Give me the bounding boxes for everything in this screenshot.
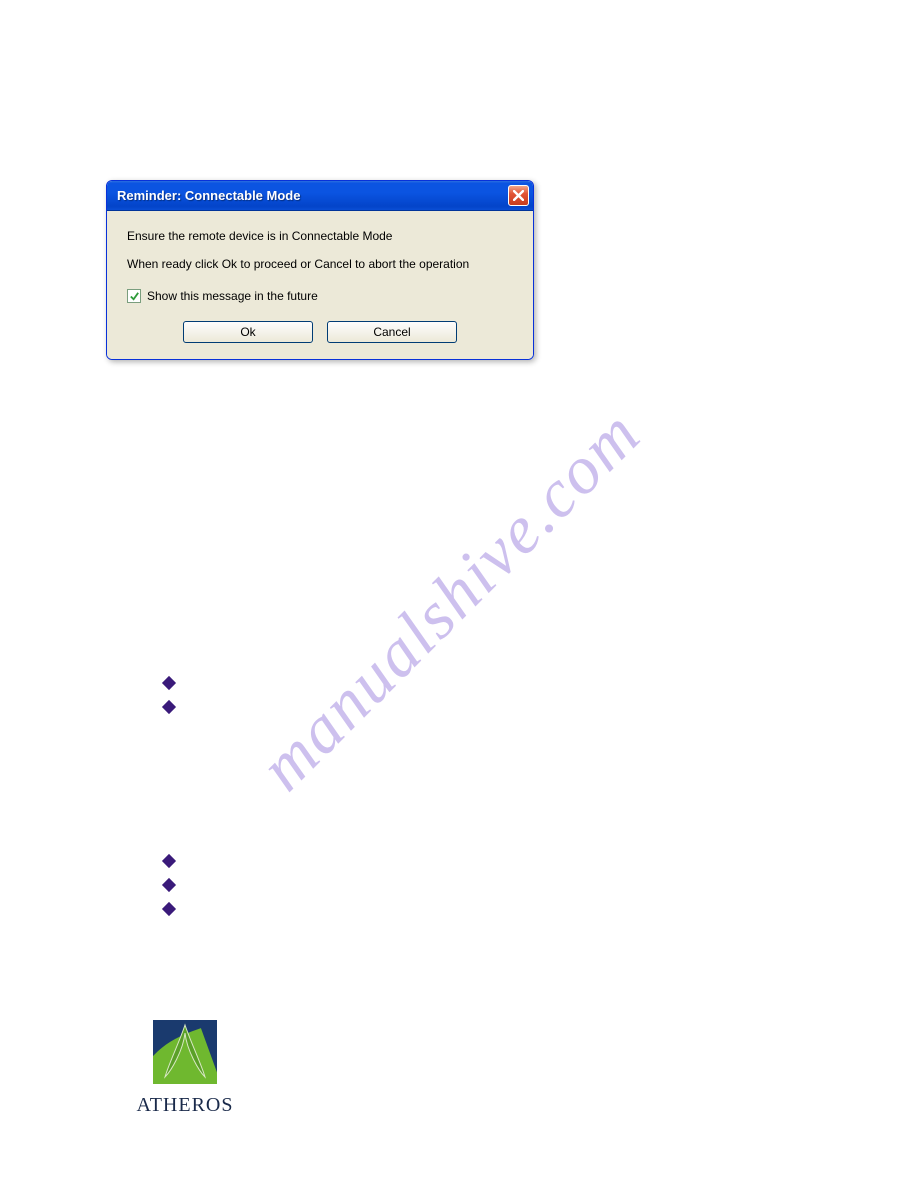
bullet-diamond-icon — [162, 854, 176, 868]
close-icon — [513, 190, 524, 201]
checkmark-icon — [129, 291, 140, 302]
atheros-logo-text: ATHEROS — [136, 1094, 233, 1117]
dialog-line1-prefix: Ensure the remote device is in — [127, 229, 292, 243]
dialog-message-line1: Ensure the remote device is in Connectab… — [127, 229, 513, 243]
watermark-text: manualshive.com — [244, 394, 656, 806]
cancel-button[interactable]: Cancel — [327, 321, 457, 343]
atheros-logo: ATHEROS — [130, 1020, 240, 1140]
show-message-checkbox[interactable] — [127, 289, 141, 303]
bullet-list-1 — [164, 678, 174, 726]
atheros-logo-mark — [153, 1020, 217, 1084]
show-message-checkbox-row[interactable]: Show this message in the future — [127, 289, 513, 303]
reminder-dialog: Reminder: Connectable Mode Ensure the re… — [106, 180, 534, 360]
dialog-line1-suffix: Connectable Mode — [292, 229, 393, 243]
logo-a-shape — [163, 1023, 207, 1079]
dialog-button-row: Ok Cancel — [127, 321, 513, 343]
bullet-diamond-icon — [162, 700, 176, 714]
bullet-diamond-icon — [162, 902, 176, 916]
dialog-title: Reminder: Connectable Mode — [117, 188, 300, 203]
bullet-list-2 — [164, 856, 174, 928]
dialog-body: Ensure the remote device is in Connectab… — [107, 211, 533, 359]
ok-button[interactable]: Ok — [183, 321, 313, 343]
show-message-checkbox-label: Show this message in the future — [147, 289, 318, 303]
bullet-diamond-icon — [162, 878, 176, 892]
bullet-diamond-icon — [162, 676, 176, 690]
dialog-titlebar[interactable]: Reminder: Connectable Mode — [107, 181, 533, 211]
close-button[interactable] — [508, 185, 529, 206]
dialog-message-line2: When ready click Ok to proceed or Cancel… — [127, 257, 513, 271]
